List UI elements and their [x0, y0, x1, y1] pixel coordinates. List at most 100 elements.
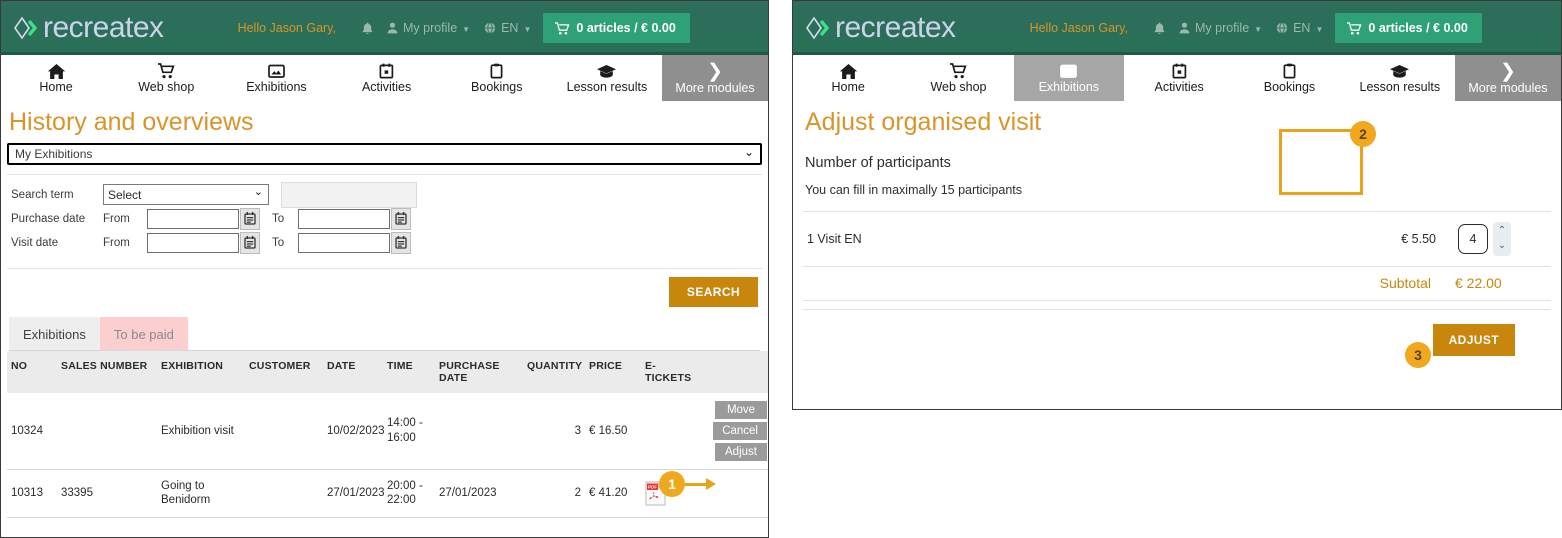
quantity-stepper[interactable]: ⌃ ⌄	[1458, 221, 1511, 256]
brand-logo[interactable]: recreatex	[805, 13, 956, 43]
adjust-submit-button[interactable]: ADJUST	[1432, 323, 1515, 356]
cell-no: 10324	[7, 392, 57, 470]
nav-item-lesson-results[interactable]: Lesson results	[1345, 55, 1455, 101]
stepper-buttons[interactable]: ⌃ ⌄	[1493, 221, 1511, 256]
table-header-row: NO SALES NUMBER EXHIBITION CUSTOMER DATE…	[7, 350, 768, 393]
chevron-down-icon: ▼	[462, 24, 471, 34]
cell-quantity: 3	[523, 392, 585, 470]
language-menu[interactable]: EN ▼	[484, 21, 531, 35]
cancel-button[interactable]: Cancel	[713, 421, 767, 440]
cell-sales-number: 33395	[57, 469, 157, 518]
nav-label: Bookings	[1263, 79, 1316, 94]
nav-item-home[interactable]: Home	[793, 55, 903, 101]
brand-header: recreatex Hello Jason Gary, My profile ▼…	[793, 1, 1561, 55]
greeting: Hello Jason Gary,	[237, 21, 336, 35]
picture-icon	[1060, 64, 1078, 78]
from-label: From	[103, 212, 130, 225]
nav-item-web-shop[interactable]: Web shop	[903, 55, 1013, 101]
nav-item-bookings[interactable]: Bookings	[1234, 55, 1344, 101]
result-tabs: Exhibitions To be paid	[9, 316, 760, 351]
clipboard-icon	[490, 63, 503, 79]
visit-date-from-calendar-icon[interactable]	[240, 231, 260, 254]
move-button[interactable]: Move	[715, 400, 767, 419]
col-customer: CUSTOMER	[245, 350, 323, 393]
cell-date: 10/02/2023	[323, 392, 385, 470]
cell-price: € 16.50	[585, 392, 641, 470]
nav-label: Activities	[361, 79, 412, 94]
bell-icon[interactable]	[1154, 22, 1165, 35]
col-time: TIME	[383, 350, 435, 393]
diamond-chevron-logo-icon	[13, 15, 39, 41]
purchase-date-to-input[interactable]	[298, 208, 390, 229]
from-label: From	[103, 236, 130, 249]
purchase-date-label: Purchase date	[11, 212, 86, 225]
purchase-date-from-input[interactable]	[147, 208, 239, 229]
nav-label: Exhibitions	[1038, 79, 1100, 94]
visit-date-to-calendar-icon[interactable]	[391, 231, 411, 254]
quantity-input[interactable]	[1458, 223, 1488, 254]
cell-quantity: 2	[523, 469, 585, 518]
visit-date-from-input[interactable]	[147, 232, 239, 253]
nav-item-exhibitions[interactable]: Exhibitions	[221, 55, 331, 101]
table-row[interactable]: 10313 33395 Going to Benidorm 27/01/2023…	[7, 469, 768, 518]
nav-item-exhibitions[interactable]: Exhibitions	[1013, 55, 1124, 101]
graduation-cap-icon	[597, 64, 617, 78]
search-actions: SEARCH	[7, 269, 762, 317]
main-navigation: Home Web shop Exhibitions Activities Boo…	[1, 55, 768, 101]
header-tools: My profile ▼ EN ▼	[362, 21, 531, 35]
table-row[interactable]: 10324 Exhibition visit 10/02/2023 14:00 …	[7, 392, 768, 470]
brand-logo[interactable]: recreatex	[13, 13, 164, 43]
cell-customer	[245, 469, 323, 518]
search-term-select-wrapper: Select ⌄	[103, 184, 269, 205]
search-term-input[interactable]	[281, 181, 417, 208]
calendar-icon	[379, 63, 394, 79]
search-button[interactable]: SEARCH	[668, 276, 758, 307]
visit-date-to-input[interactable]	[298, 232, 390, 253]
nav-item-web-shop[interactable]: Web shop	[111, 55, 221, 101]
cell-e-ticket	[641, 392, 693, 470]
cart-button[interactable]: 0 articles / € 0.00	[1335, 13, 1482, 43]
bell-icon[interactable]	[362, 22, 373, 35]
cell-price: € 41.20	[585, 469, 641, 518]
clipboard-icon	[1283, 63, 1296, 79]
nav-item-bookings[interactable]: Bookings	[442, 55, 552, 101]
cell-purchase-date	[435, 392, 523, 470]
tab-to-be-paid[interactable]: To be paid	[99, 316, 188, 350]
chevron-up-icon[interactable]: ⌃	[1498, 224, 1506, 239]
nav-item-more-modules[interactable]: ❯ More modules	[1454, 55, 1561, 101]
col-sales-number: SALES NUMBER	[57, 350, 157, 393]
purchase-date-from-calendar-icon[interactable]	[240, 207, 260, 230]
right-screenshot-panel: recreatex Hello Jason Gary, My profile ▼…	[792, 0, 1562, 410]
col-actions	[693, 350, 768, 393]
chevron-down-icon[interactable]: ⌄	[1498, 239, 1506, 254]
max-participants-note: You can fill in maximally 15 participant…	[805, 182, 1023, 197]
my-profile-label: My profile	[1194, 21, 1250, 35]
to-label: To	[272, 236, 285, 249]
adjust-button[interactable]: Adjust	[715, 442, 767, 461]
nav-item-activities[interactable]: Activities	[1124, 55, 1234, 101]
purchase-date-to-calendar-icon[interactable]	[391, 207, 411, 230]
language-label: EN	[1293, 21, 1311, 35]
chevron-down-icon: ▼	[1254, 24, 1263, 34]
header-tools: My profile ▼ EN ▼	[1154, 21, 1323, 35]
overview-select[interactable]: My Exhibitions	[7, 142, 762, 165]
nav-item-home[interactable]: Home	[1, 55, 111, 101]
nav-item-lesson-results[interactable]: Lesson results	[552, 55, 662, 101]
cart-icon	[949, 62, 967, 78]
chevron-right-icon: ❯	[1500, 60, 1516, 82]
page-title: Adjust organised visit	[805, 108, 1042, 136]
overview-select-wrapper: My Exhibitions ⌄	[7, 142, 762, 165]
my-profile-label: My profile	[402, 21, 458, 35]
cart-button[interactable]: 0 articles / € 0.00	[543, 13, 690, 43]
tab-exhibitions[interactable]: Exhibitions	[9, 316, 100, 350]
language-menu[interactable]: EN ▼	[1276, 21, 1323, 35]
cell-actions: Move Cancel Adjust	[693, 392, 768, 470]
nav-item-more-modules[interactable]: ❯ More modules	[662, 55, 768, 101]
my-profile-menu[interactable]: My profile ▼	[1179, 21, 1262, 35]
nav-label: Web shop	[930, 79, 987, 94]
search-term-select[interactable]: Select	[103, 184, 269, 205]
cell-time: 14:00 - 16:00	[383, 392, 435, 470]
nav-item-activities[interactable]: Activities	[332, 55, 442, 101]
my-profile-menu[interactable]: My profile ▼	[387, 21, 470, 35]
time-end: 16:00	[387, 431, 416, 444]
